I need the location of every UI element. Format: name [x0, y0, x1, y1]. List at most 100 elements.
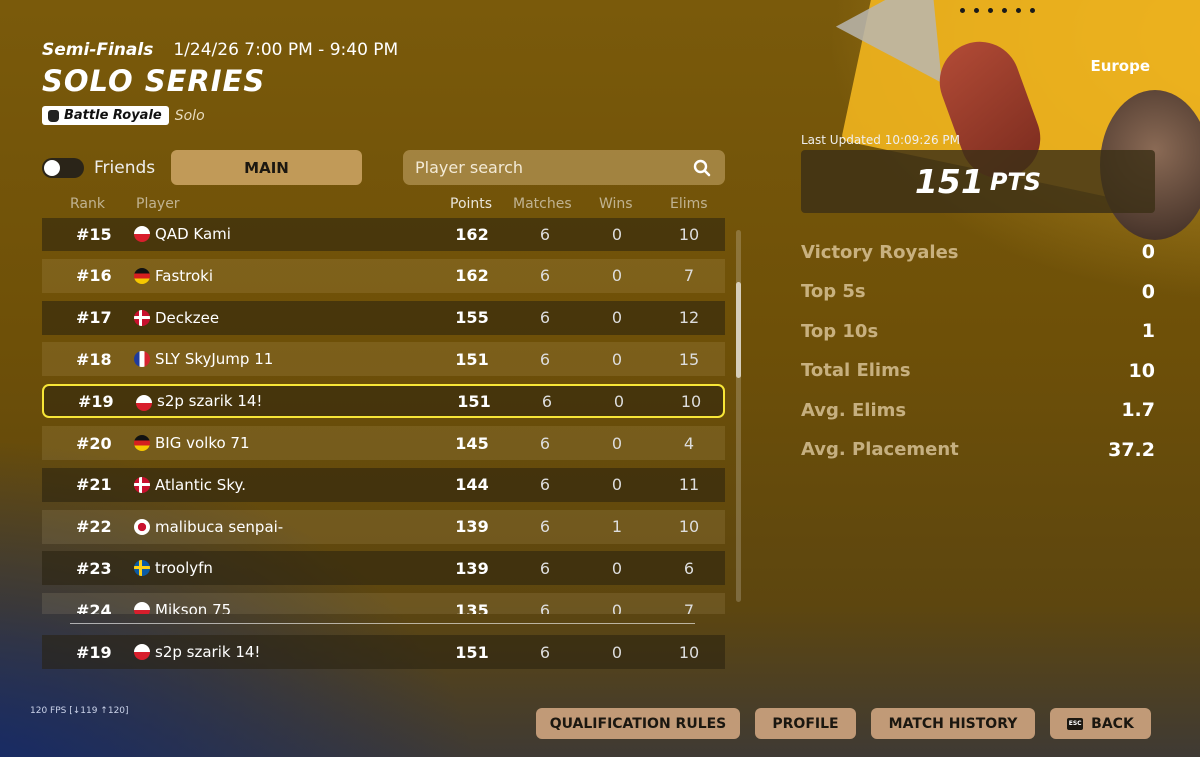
row-player-name: s2p szarik 14! — [157, 392, 263, 411]
event-header: Semi-Finals 1/24/26 7:00 PM - 9:40 PM SO… — [42, 40, 398, 125]
row-rank: #24 — [76, 600, 112, 614]
stat-value: 37.2 — [1108, 438, 1155, 461]
stat-value: 0 — [1141, 280, 1155, 303]
row-player-name: Mikson 75 — [155, 601, 232, 614]
flag-icon — [134, 644, 150, 660]
stat-value: 10 — [1128, 359, 1155, 382]
leaderboard-row[interactable]: #15 QAD Kami 162 6 0 10 — [42, 218, 725, 251]
flag-icon — [134, 560, 150, 577]
row-elims: 7 — [683, 600, 695, 614]
leaderboard-scrollbar[interactable] — [736, 230, 741, 602]
stat-label: Victory Royales — [801, 241, 959, 263]
col-header-rank: Rank — [70, 196, 105, 212]
row-rank: #21 — [76, 475, 112, 495]
stat-value: 1.7 — [1121, 399, 1155, 421]
flag-icon — [134, 267, 150, 284]
pinned-player-row[interactable]: #19 s2p szarik 14! 151 6 0 10 — [42, 635, 725, 669]
friends-toggle[interactable] — [42, 158, 84, 178]
row-matches: 6 — [539, 600, 551, 614]
row-elims: 10 — [678, 224, 700, 244]
mode-badge: Battle Royale — [42, 106, 169, 125]
row-matches: 6 — [539, 224, 551, 244]
stat-label: Total Elims — [801, 360, 911, 381]
row-wins: 1 — [611, 517, 623, 537]
leaderboard-row[interactable]: #21 Atlantic Sky. 144 6 0 11 — [42, 467, 725, 502]
row-player-name: troolyfn — [155, 559, 213, 578]
row-wins: 0 — [611, 349, 623, 369]
stat-row: Victory Royales 0 — [801, 237, 1155, 267]
row-points: 155 — [455, 308, 489, 328]
row-player-name: SLY SkyJump 11 — [155, 350, 274, 369]
stat-label: Avg. Elims — [801, 399, 907, 421]
back-button[interactable]: ESC BACK — [1050, 708, 1151, 739]
profile-button[interactable]: PROFILE — [755, 708, 856, 739]
stat-row: Avg. Elims 1.7 — [801, 395, 1155, 425]
row-elims: 6 — [683, 558, 695, 578]
row-points: 151 — [455, 349, 489, 369]
row-wins: 0 — [611, 224, 623, 244]
row-points: 151 — [455, 642, 489, 662]
search-icon[interactable] — [693, 159, 711, 177]
flag-icon — [134, 226, 150, 242]
row-wins: 0 — [611, 558, 623, 578]
row-elims: 10 — [680, 391, 702, 411]
qualification-rules-button[interactable]: QUALIFICATION RULES — [536, 708, 740, 739]
row-matches: 6 — [539, 642, 551, 662]
flag-icon — [134, 351, 150, 368]
art-dots — [960, 8, 1035, 13]
event-datetime: 1/24/26 7:00 PM - 9:40 PM — [173, 40, 399, 60]
row-wins: 0 — [611, 642, 623, 662]
row-points: 144 — [455, 475, 489, 495]
row-matches: 6 — [539, 475, 551, 495]
tab-main[interactable]: MAIN — [171, 150, 362, 185]
row-wins: 0 — [611, 433, 623, 453]
player-search-input[interactable]: Player search — [403, 150, 725, 185]
leaderboard-table: #15 QAD Kami 162 6 0 10 #16 Fastroki 162 6 0 7 #17 De… — [42, 218, 725, 614]
pinned-divider — [70, 623, 695, 624]
total-points-value: 151 — [914, 162, 984, 201]
row-rank: #22 — [76, 517, 112, 537]
leaderboard-row[interactable]: #24 Mikson 75 135 6 0 7 — [42, 593, 725, 614]
leaderboard-row[interactable]: #17 Deckzee 155 6 0 12 — [42, 300, 725, 335]
row-rank: #19 — [76, 642, 112, 662]
row-rank: #16 — [76, 266, 112, 286]
row-points: 162 — [455, 266, 489, 286]
col-header-player: Player — [136, 196, 180, 212]
col-header-elims: Elims — [670, 196, 708, 212]
row-wins: 0 — [613, 391, 625, 411]
leaderboard-row[interactable]: #18 SLY SkyJump 11 151 6 0 15 — [42, 342, 725, 377]
row-rank: #18 — [76, 349, 112, 369]
row-matches: 6 — [541, 391, 553, 411]
row-elims: 7 — [683, 266, 695, 286]
flag-icon — [134, 518, 150, 535]
mode-badge-label: Battle Royale — [64, 108, 162, 123]
leaderboard-row-selected[interactable]: #19 s2p szarik 14! 151 6 0 10 — [42, 384, 725, 419]
scrollbar-thumb[interactable] — [736, 282, 741, 378]
fps-counter: 120 FPS [↓119 ↑120] — [30, 706, 129, 716]
stat-row: Top 5s 0 — [801, 277, 1155, 307]
col-header-matches: Matches — [513, 196, 572, 212]
stat-label: Top 5s — [801, 281, 866, 302]
leaderboard-row[interactable]: #16 Fastroki 162 6 0 7 — [42, 258, 725, 293]
total-points-box: 151 PTS — [801, 150, 1155, 213]
row-matches: 6 — [539, 266, 551, 286]
leaderboard-row[interactable]: #22 malibuca senpai- 139 6 1 10 — [42, 509, 725, 544]
stat-label: Top 10s — [801, 320, 879, 342]
back-label: BACK — [1091, 715, 1134, 732]
event-round: Semi-Finals — [42, 40, 154, 60]
row-player-name: s2p szarik 14! — [155, 643, 261, 661]
row-player-name: BIG volko 71 — [155, 434, 250, 452]
leaderboard-row[interactable]: #20 BIG volko 71 145 6 0 4 — [42, 426, 725, 460]
row-points: 145 — [455, 433, 489, 453]
row-player-name: Atlantic Sky. — [155, 475, 246, 494]
row-rank: #19 — [78, 391, 114, 411]
stat-row: Avg. Placement 37.2 — [801, 435, 1155, 465]
match-history-button[interactable]: MATCH HISTORY — [871, 708, 1035, 739]
total-points-unit: PTS — [989, 167, 1042, 196]
flag-icon — [134, 476, 150, 493]
esc-key-icon: ESC — [1067, 717, 1084, 730]
region-label: Europe — [1090, 57, 1150, 75]
leaderboard-row[interactable]: #23 troolyfn 139 6 0 6 — [42, 551, 725, 586]
row-matches: 6 — [539, 558, 551, 578]
row-points: 162 — [455, 224, 489, 244]
